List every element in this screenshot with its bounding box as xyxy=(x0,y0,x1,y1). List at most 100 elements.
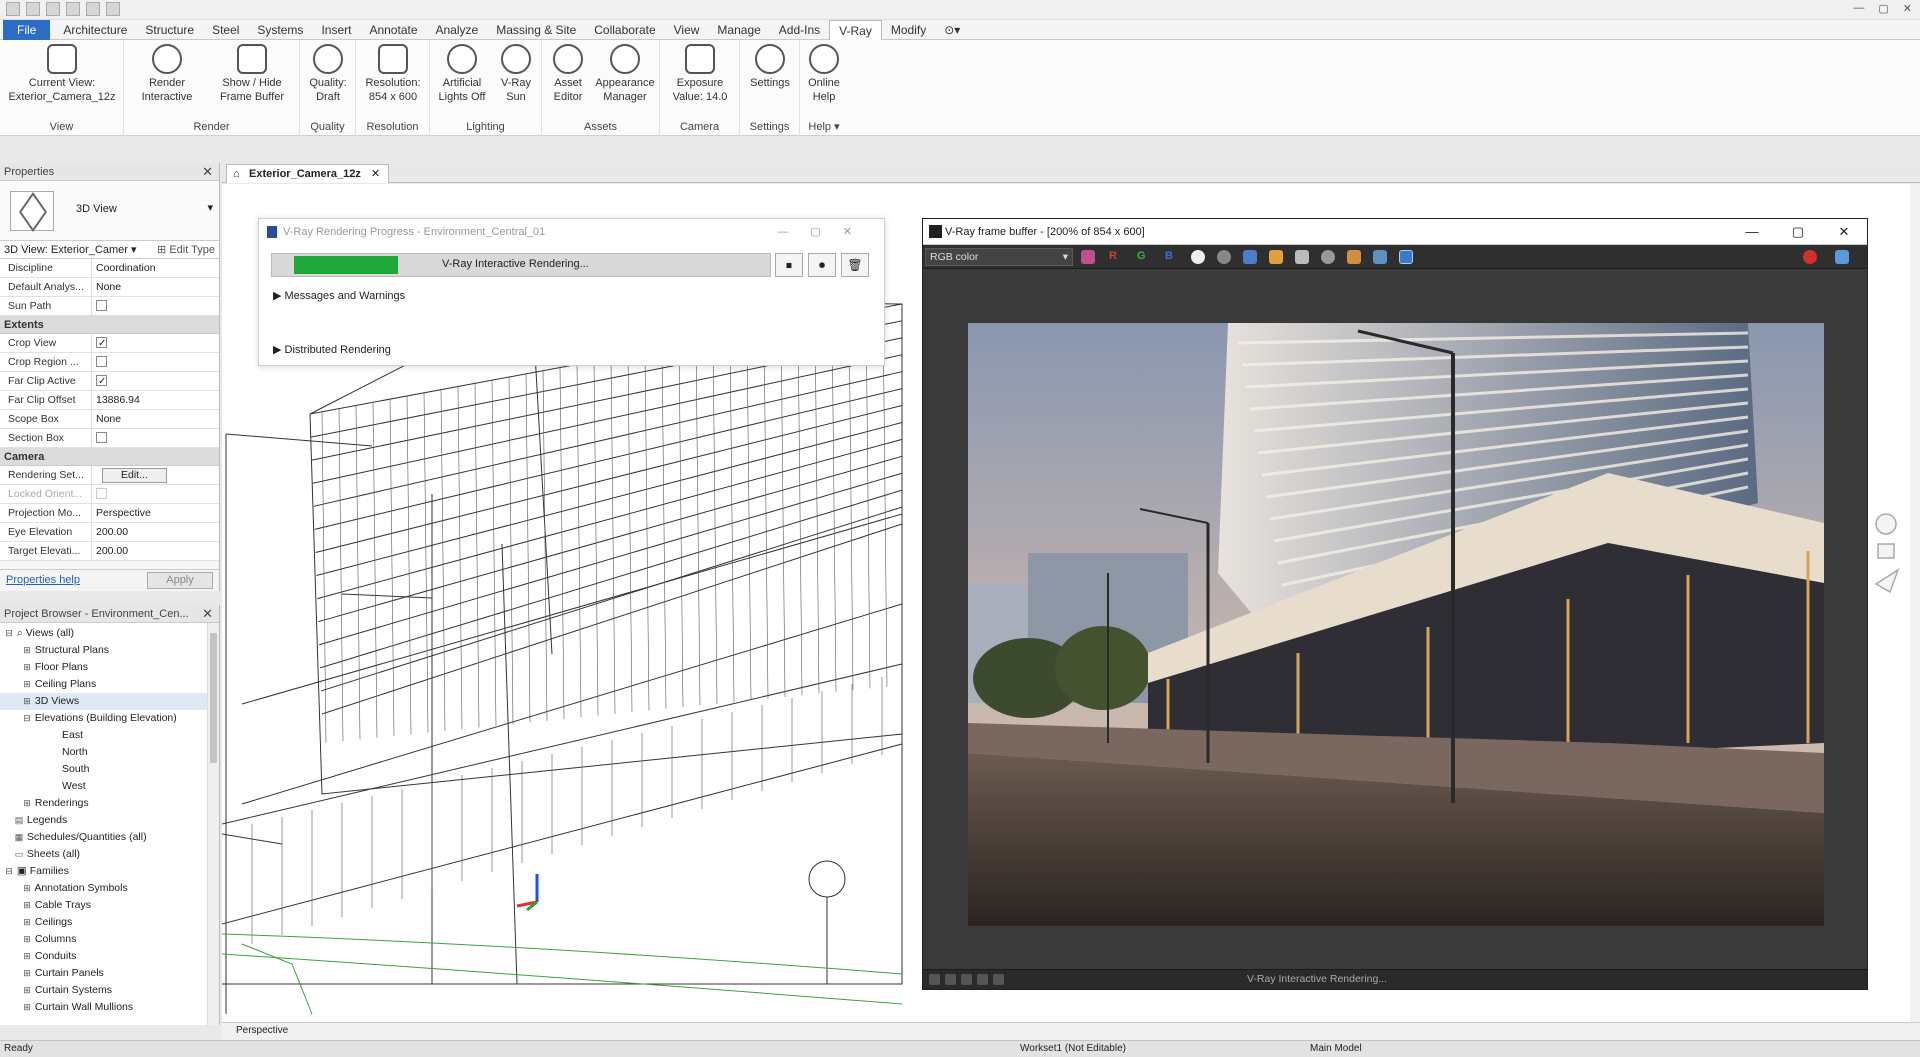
sync-icon[interactable] xyxy=(46,2,60,16)
tree-item[interactable]: ⊞ Structural Plans xyxy=(0,642,219,659)
expand-icon[interactable]: ⊞ xyxy=(22,880,32,897)
crop-region-checkbox[interactable] xyxy=(96,355,107,367)
close-icon[interactable]: ✕ xyxy=(202,163,213,181)
edit-type-button[interactable]: ⊞ Edit Type xyxy=(157,241,215,259)
tree-item[interactable]: ⊟ Elevations (Building Elevation) xyxy=(0,710,219,727)
tab-manage[interactable]: Manage xyxy=(708,20,769,40)
browser-scrollbar[interactable] xyxy=(207,623,219,1025)
minimize-icon[interactable]: — xyxy=(1729,219,1775,245)
blue-channel-button[interactable]: B xyxy=(1165,250,1173,262)
tree-item[interactable]: ⊞ Renderings xyxy=(0,795,219,812)
lens-effects-icon[interactable] xyxy=(961,974,972,985)
tree-item[interactable]: ⊞ Annotation Symbols xyxy=(0,880,219,897)
property-value[interactable]: Perspective xyxy=(92,504,219,522)
property-value[interactable]: Coordination xyxy=(92,259,219,277)
expand-icon[interactable]: ⊞ xyxy=(22,897,32,914)
expand-icon[interactable]: ⊞ xyxy=(22,795,32,812)
properties-help-link[interactable]: Properties help xyxy=(6,574,80,586)
stop-render-button[interactable]: ⏹ xyxy=(775,253,803,277)
tree-item[interactable]: ▤ Legends xyxy=(0,812,219,829)
save-icon[interactable] xyxy=(1243,250,1257,264)
tree-item[interactable]: ▭ Sheets (all) xyxy=(0,846,219,863)
collapse-icon[interactable]: ⊟ xyxy=(4,625,14,642)
collapse-icon[interactable]: ⊟ xyxy=(22,710,32,727)
view-tab[interactable]: ⌂ Exterior_Camera_12z ✕ xyxy=(226,164,390,183)
workset-select[interactable]: Workset1 (Not Editable) xyxy=(1020,1043,1126,1054)
redo-icon[interactable] xyxy=(86,2,100,16)
design-option-select[interactable]: Main Model xyxy=(1310,1043,1362,1054)
crop-view-checkbox[interactable] xyxy=(96,334,107,352)
tab-insert[interactable]: Insert xyxy=(312,20,360,40)
tab-view[interactable]: View xyxy=(665,20,709,40)
expand-icon[interactable]: ⊞ xyxy=(22,982,32,999)
close-icon[interactable]: ✕ xyxy=(202,605,213,623)
exposure-value-button[interactable]: Exposure Value: 14.0 xyxy=(666,44,734,104)
tree-item[interactable]: North xyxy=(0,744,219,761)
tree-item[interactable]: ⊞ Floor Plans xyxy=(0,659,219,676)
tree-item[interactable]: ⊞ Ceilings xyxy=(0,914,219,931)
color-correction-icon[interactable] xyxy=(977,974,988,985)
tab-massing-site[interactable]: Massing & Site xyxy=(487,20,585,40)
pause-render-button[interactable]: ⏺ xyxy=(808,253,836,277)
collapse-icon[interactable]: ⊟ xyxy=(4,863,14,880)
open-icon[interactable] xyxy=(6,2,20,16)
rendering-settings-edit-button[interactable]: Edit... xyxy=(102,468,167,483)
tree-item[interactable]: ⊞ Columns xyxy=(0,931,219,948)
messages-warnings-expander[interactable]: ▶ Messages and Warnings xyxy=(273,289,405,302)
close-icon[interactable]: ✕ xyxy=(1903,2,1912,15)
minimize-icon[interactable]: — xyxy=(777,226,810,238)
far-clip-checkbox[interactable] xyxy=(96,372,107,390)
expand-icon[interactable]: ⊞ xyxy=(22,676,32,693)
close-icon[interactable]: ✕ xyxy=(1821,219,1867,245)
expand-icon[interactable]: ⊞ xyxy=(22,693,32,710)
tree-item[interactable]: ⊞ Curtain Wall Mullions xyxy=(0,999,219,1016)
maximize-icon[interactable]: ▢ xyxy=(1878,2,1888,15)
tree-item[interactable]: South xyxy=(0,761,219,778)
quality-button[interactable]: Quality: Draft xyxy=(302,44,354,104)
expand-icon[interactable]: ⊞ xyxy=(22,659,32,676)
tab-architecture[interactable]: Architecture xyxy=(54,20,136,40)
property-value[interactable]: None xyxy=(92,278,219,296)
group-label-help[interactable]: Help ▾ xyxy=(800,120,848,133)
tree-item[interactable]: ⊟ ▣ Families xyxy=(0,863,219,880)
tab-collaborate[interactable]: Collaborate xyxy=(585,20,664,40)
stats-icon[interactable] xyxy=(993,974,1004,985)
close-icon[interactable]: ✕ xyxy=(371,168,380,180)
asset-editor-button[interactable]: Asset Editor xyxy=(546,44,590,104)
resolution-button[interactable]: Resolution: 854 x 600 xyxy=(360,44,426,104)
tab-file[interactable]: File xyxy=(3,19,51,40)
expand-icon[interactable]: ⊞ xyxy=(22,914,32,931)
vray-sun-button[interactable]: V-Ray Sun xyxy=(494,44,538,104)
stop-icon[interactable] xyxy=(1803,250,1817,264)
print-icon[interactable] xyxy=(106,2,120,16)
undo-icon[interactable] xyxy=(66,2,80,16)
expand-icon[interactable]: ⊞ xyxy=(22,999,32,1016)
artificial-lights-button[interactable]: Artificial Lights Off xyxy=(434,44,490,104)
property-value[interactable]: 13886.94 xyxy=(92,391,219,409)
tree-item[interactable]: ⊞ Curtain Panels xyxy=(0,965,219,982)
history-icon[interactable] xyxy=(929,974,940,985)
distributed-rendering-expander[interactable]: ▶ Distributed Rendering xyxy=(273,343,391,356)
folder-icon[interactable] xyxy=(1269,250,1283,264)
teapot-render-icon[interactable] xyxy=(1835,250,1849,264)
tree-item[interactable]: ⊞ Conduits xyxy=(0,948,219,965)
section-box-checkbox[interactable] xyxy=(96,431,107,443)
chevron-down-icon[interactable]: ▾ xyxy=(207,201,213,214)
tab-add-ins[interactable]: Add-Ins xyxy=(770,20,829,40)
tree-item[interactable]: ▦ Schedules/Quantities (all) xyxy=(0,829,219,846)
tab-analyze[interactable]: Analyze xyxy=(427,20,488,40)
appearance-manager-button[interactable]: Appearance Manager xyxy=(592,44,658,104)
delete-icon[interactable]: 🗑 xyxy=(841,253,869,277)
render-interactive-button[interactable]: Render Interactive xyxy=(132,44,202,104)
expand-icon[interactable]: ⊞ xyxy=(22,642,32,659)
tab-modify[interactable]: Modify xyxy=(882,20,935,40)
ribbon-options-icon[interactable]: ⊙▾ xyxy=(935,20,969,40)
tree-item[interactable]: ⊞ Cable Trays xyxy=(0,897,219,914)
rendered-image[interactable] xyxy=(968,323,1824,926)
apply-button[interactable]: Apply xyxy=(147,572,213,589)
white-point-icon[interactable] xyxy=(1191,250,1205,264)
show-hide-frame-buffer-button[interactable]: Show / Hide Frame Buffer xyxy=(212,44,292,104)
tab-annotate[interactable]: Annotate xyxy=(360,20,426,40)
current-view-button[interactable]: Current View: Exterior_Camera_12z xyxy=(6,44,118,104)
red-channel-button[interactable]: R xyxy=(1109,250,1117,262)
